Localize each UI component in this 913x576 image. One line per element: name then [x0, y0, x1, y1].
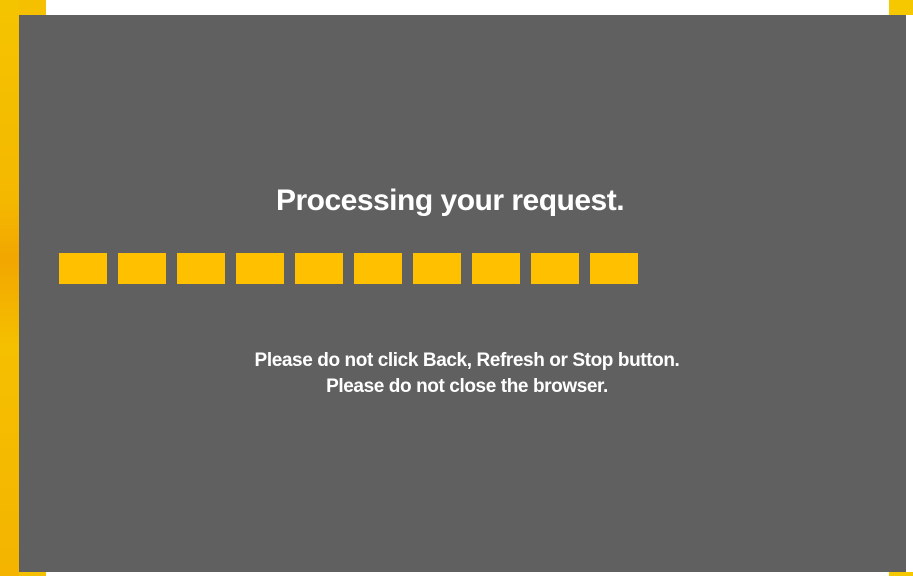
progress-segment [472, 253, 520, 284]
progress-segment [413, 253, 461, 284]
warning-no-navigation: Please do not click Back, Refresh or Sto… [254, 350, 680, 371]
progress-segment [177, 253, 225, 284]
progress-segment [236, 253, 284, 284]
page-edge-left [0, 0, 19, 576]
progress-segment [531, 253, 579, 284]
page-edge-top-right [889, 0, 913, 15]
page-edge-bottom-right [889, 572, 913, 576]
page-edge-bottom-left [19, 572, 46, 576]
progress-segment [295, 253, 343, 284]
progress-segment [118, 253, 166, 284]
processing-notice: Please do not click Back, Refresh or Sto… [0, 348, 913, 400]
progress-segment [354, 253, 402, 284]
processing-overlay [19, 15, 906, 572]
processing-title: Processing your request. [275, 184, 625, 217]
progress-segment [590, 253, 638, 284]
warning-no-close: Please do not close the browser. [326, 376, 608, 397]
progress-bar [59, 253, 638, 284]
progress-segment [59, 253, 107, 284]
page-edge-top-left [19, 0, 46, 15]
